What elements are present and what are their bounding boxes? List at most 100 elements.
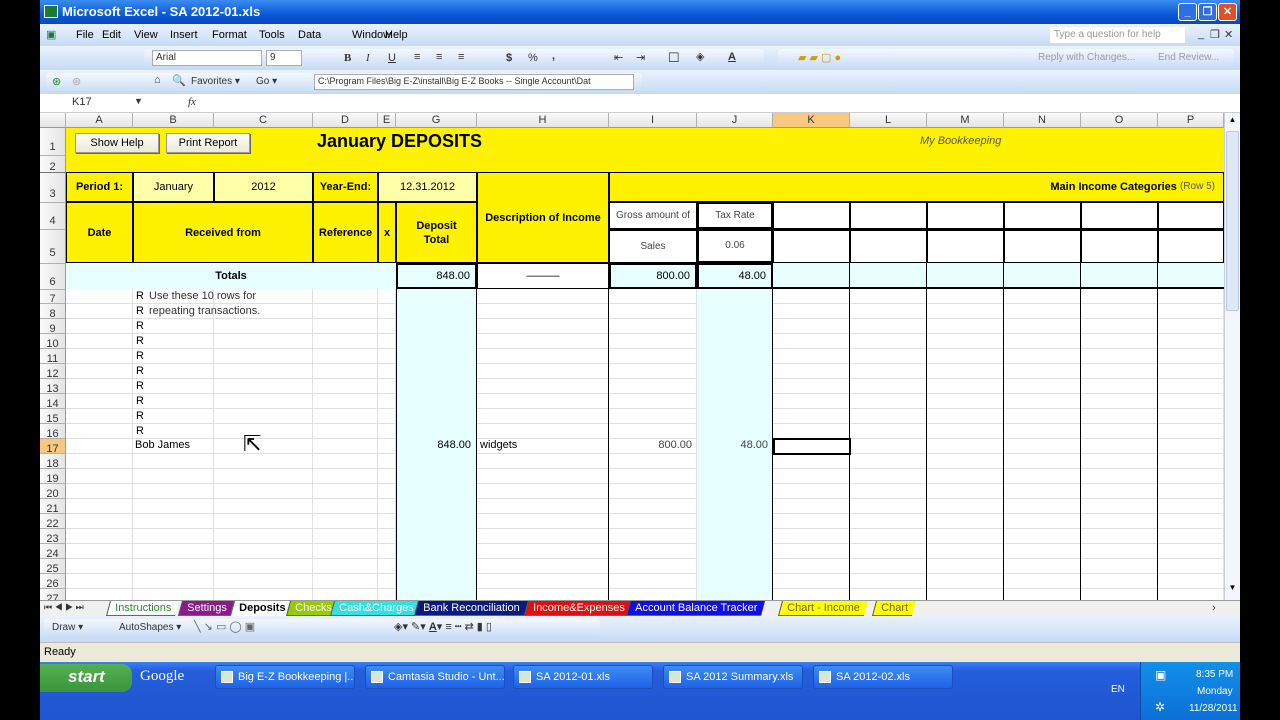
column-header-m[interactable]: M	[927, 113, 1004, 128]
name-box[interactable]: K17	[42, 95, 142, 111]
show-help-button[interactable]: Show Help	[75, 133, 159, 153]
decrease-indent-icon[interactable]: ⇤	[614, 51, 623, 64]
column-header-n[interactable]: N	[1004, 113, 1081, 128]
menu-file[interactable]: File	[76, 29, 94, 41]
tax-rate-value-cell[interactable]: 0.06	[697, 229, 773, 263]
help-search-input[interactable]: Type a question for help	[1050, 27, 1185, 43]
menu-view[interactable]: View	[134, 29, 158, 41]
sheet-tab-chart-income[interactable]: Chart - Income	[777, 601, 868, 616]
row-header-8[interactable]: 8	[40, 304, 66, 320]
row-header-20[interactable]: 20	[40, 484, 66, 500]
go-button[interactable]: Go ▾	[256, 76, 277, 87]
row-header-23[interactable]: 23	[40, 529, 66, 545]
tab-scroll-icons[interactable]: ⏮ ◀ ▶ ⏭	[44, 602, 84, 613]
underline-button[interactable]: U	[388, 52, 396, 64]
category-header-cell[interactable]	[1081, 202, 1158, 229]
column-header-a[interactable]: A	[66, 113, 133, 128]
print-report-button[interactable]: Print Report	[166, 133, 250, 153]
column-header-b[interactable]: B	[133, 113, 214, 128]
worksheet-grid[interactable]: ABCDEGHIJKLMNOP 1 2 3 4 5 6 7 8 9 10 11 12 13 14 15 16 1…	[40, 113, 1240, 600]
row-header-24[interactable]: 24	[40, 544, 66, 560]
font-size-select[interactable]: 9	[266, 50, 302, 66]
row-header-9[interactable]: 9	[40, 319, 66, 335]
column-header-o[interactable]: O	[1081, 113, 1158, 128]
taskbar-button[interactable]: Big E-Z Bookkeeping |...	[215, 665, 355, 689]
sheet-tab-bank-reconciliation[interactable]: Bank Reconciliation	[413, 601, 528, 616]
autoshapes-menu[interactable]: AutoShapes ▾	[119, 622, 181, 633]
row-header-26[interactable]: 26	[40, 574, 66, 590]
menu-edit[interactable]: Edit	[102, 29, 121, 41]
row-header-21[interactable]: 21	[40, 499, 66, 515]
close-button[interactable]: ✕	[1218, 3, 1237, 21]
column-header-p[interactable]: P	[1158, 113, 1224, 128]
menu-data[interactable]: Data	[298, 29, 321, 41]
back-icon[interactable]: ⊛	[52, 75, 61, 88]
tray-icon[interactable]: ✲	[1155, 700, 1165, 714]
color-tools-icons[interactable]: ◈▾ ✎▾ A▾ ≡ ┅ ⇄ ▮ ▯	[394, 620, 492, 633]
row-header-27[interactable]: 27	[40, 589, 66, 600]
row-header-15[interactable]: 15	[40, 409, 66, 425]
row-header-19[interactable]: 19	[40, 469, 66, 485]
year-end-cell[interactable]: 12.31.2012	[378, 172, 477, 202]
draw-menu[interactable]: Draw ▾	[52, 622, 83, 633]
period-month-cell[interactable]: January	[133, 172, 214, 202]
comma-button[interactable]: ,	[552, 50, 555, 62]
sheet-tab-settings[interactable]: Settings	[177, 601, 235, 616]
vertical-scrollbar[interactable]: ▲ ▼	[1224, 113, 1240, 600]
sheet-tab-account-balance-tracker[interactable]: Account Balance Tracker	[625, 601, 766, 616]
forward-icon[interactable]: ⊛	[72, 75, 81, 88]
comment-icon[interactable]: ▰ ▰ ▢ ●	[798, 51, 841, 64]
column-header-g[interactable]: G	[396, 113, 477, 128]
category-name-cell[interactable]	[1158, 229, 1224, 263]
row-header-16[interactable]: 16	[40, 424, 66, 440]
row-header-14[interactable]: 14	[40, 394, 66, 410]
doc-restore-icon[interactable]: ❐	[1210, 28, 1220, 41]
taskbar-button[interactable]: Camtasia Studio - Unt...	[365, 665, 505, 689]
scroll-thumb[interactable]	[1226, 131, 1239, 311]
sheet-tab-instructions[interactable]: Instructions	[105, 601, 180, 616]
column-header-l[interactable]: L	[850, 113, 927, 128]
network-icon[interactable]: ▣	[1155, 668, 1166, 682]
row-header-12[interactable]: 12	[40, 364, 66, 380]
menu-insert[interactable]: Insert	[170, 29, 198, 41]
row-header-7[interactable]: 7	[40, 290, 66, 305]
reply-with-changes-button[interactable]: Reply with Changes...	[1038, 52, 1135, 63]
percent-button[interactable]: %	[528, 52, 538, 64]
sheet-tab-cash-charges[interactable]: Cash&Charges	[329, 601, 422, 616]
category-name-cell[interactable]	[1081, 229, 1158, 263]
align-right-icon[interactable]: ≡	[458, 51, 464, 63]
entry-received-from[interactable]: Bob James	[135, 439, 190, 451]
home-icon[interactable]: ⌂	[154, 74, 161, 86]
row-header-1[interactable]: 1	[40, 128, 66, 156]
category-name-cell[interactable]	[850, 229, 927, 263]
category-sales-cell[interactable]: Sales	[609, 229, 697, 263]
doc-minimize-icon[interactable]: _	[1198, 28, 1204, 40]
category-header-cell[interactable]	[1004, 202, 1081, 229]
start-button[interactable]: start	[40, 664, 132, 692]
align-left-icon[interactable]: ≡	[414, 51, 420, 63]
scroll-down-icon[interactable]: ▼	[1226, 583, 1239, 596]
category-name-cell[interactable]	[1004, 229, 1081, 263]
entry-tax[interactable]: 48.00	[730, 439, 768, 451]
active-cell-k17[interactable]	[773, 438, 851, 455]
font-color-icon[interactable]: A	[728, 51, 736, 63]
column-header-c[interactable]: C	[214, 113, 313, 128]
search-web-icon[interactable]: 🔍	[172, 74, 186, 87]
column-header-h[interactable]: H	[477, 113, 609, 128]
taskbar-button[interactable]: SA 2012 Summary.xls	[663, 665, 803, 689]
name-box-dropdown-icon[interactable]: ▼	[134, 96, 143, 106]
category-header-cell[interactable]	[1158, 202, 1224, 229]
language-indicator[interactable]: EN	[1111, 684, 1125, 695]
align-center-icon[interactable]: ≡	[436, 51, 442, 63]
column-header-j[interactable]: J	[697, 113, 773, 128]
row-header-10[interactable]: 10	[40, 334, 66, 350]
column-header-i[interactable]: I	[609, 113, 697, 128]
end-review-button[interactable]: End Review...	[1158, 52, 1219, 63]
column-header-k[interactable]: K	[773, 113, 850, 128]
row-header-22[interactable]: 22	[40, 514, 66, 530]
font-name-select[interactable]: Arial	[152, 50, 262, 66]
category-header-cell[interactable]	[850, 202, 927, 229]
favorites-button[interactable]: Favorites ▾	[191, 76, 240, 87]
row-header-17[interactable]: 17	[40, 439, 66, 455]
menu-help[interactable]: Help	[385, 29, 408, 41]
